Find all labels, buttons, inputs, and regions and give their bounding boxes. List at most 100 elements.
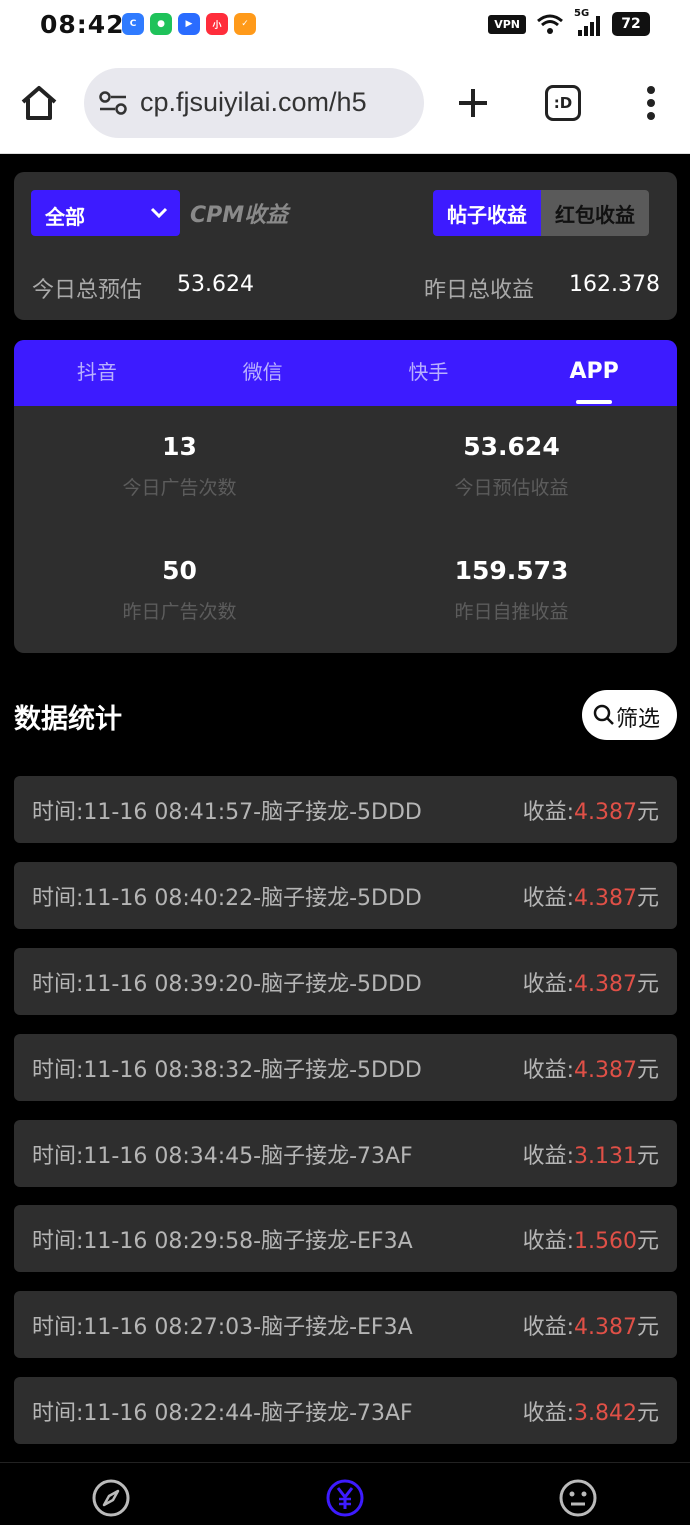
income-prefix: 收益: xyxy=(522,1058,574,1083)
list-item[interactable]: 时间:11-16 08:29:58-脑子接龙-EF3A 收益:1.560元 xyxy=(14,1205,677,1272)
taobao-app-icon: ✓ xyxy=(234,13,256,35)
record-description: 时间:11-16 08:38:32-脑子接龙-5DDD xyxy=(32,1058,422,1083)
status-indicators: VPN 5G 72 xyxy=(488,8,650,36)
stat-value: 53.624 xyxy=(463,432,560,461)
currency-unit: 元 xyxy=(636,1315,659,1340)
income-prefix: 收益: xyxy=(522,972,574,997)
stat-value: 50 xyxy=(162,556,197,585)
tab-label: 快手 xyxy=(408,360,449,384)
data-section-title: 数据统计 xyxy=(14,704,122,735)
currency-unit: 元 xyxy=(636,1058,659,1083)
record-description: 时间:11-16 08:27:03-脑子接龙-EF3A xyxy=(32,1315,413,1340)
currency-unit: 元 xyxy=(636,886,659,911)
wifi-icon xyxy=(537,14,563,34)
post-income-tab[interactable]: 帖子收益 xyxy=(433,190,541,236)
income-prefix: 收益: xyxy=(522,886,574,911)
xiaohongshu-app-icon: 小 xyxy=(206,13,228,35)
compass-icon[interactable] xyxy=(91,1478,131,1518)
status-app-icons: C ● ▶ 小 ✓ xyxy=(122,13,256,35)
tab-douyin[interactable]: 抖音 xyxy=(14,340,180,406)
platform-stats-panel: 抖音 微信 快手 APP 13 今日广告次数 53.624 今日预估收益 50 … xyxy=(14,340,677,653)
list-item[interactable]: 时间:11-16 08:34:45-脑子接龙-73AF 收益:3.131元 xyxy=(14,1120,677,1187)
status-time: 08:42 xyxy=(40,10,125,39)
list-item[interactable]: 时间:11-16 08:39:20-脑子接龙-5DDD 收益:4.387元 xyxy=(14,948,677,1015)
list-item[interactable]: 时间:11-16 08:40:22-脑子接龙-5DDD 收益:4.387元 xyxy=(14,862,677,929)
record-description: 时间:11-16 08:39:20-脑子接龙-5DDD xyxy=(32,972,422,997)
list-item[interactable]: 时间:11-16 08:27:03-脑子接龙-EF3A 收益:4.387元 xyxy=(14,1291,677,1358)
income-prefix: 收益: xyxy=(522,1401,574,1426)
vpn-badge: VPN xyxy=(488,14,526,34)
address-bar[interactable]: cp.fjsuiyilai.com/h5 xyxy=(84,68,424,138)
list-item[interactable]: 时间:11-16 08:38:32-脑子接龙-5DDD 收益:4.387元 xyxy=(14,1034,677,1101)
record-description: 时间:11-16 08:22:44-脑子接龙-73AF xyxy=(32,1401,413,1426)
tab-kuaishou[interactable]: 快手 xyxy=(346,340,512,406)
tab-switcher-button[interactable]: :D xyxy=(545,85,581,121)
record-description: 时间:11-16 08:40:22-脑子接龙-5DDD xyxy=(32,886,422,911)
income-amount: 3.842 xyxy=(574,1401,637,1426)
stat-label: 今日广告次数 xyxy=(122,477,237,499)
record-income: 收益:4.387元 xyxy=(523,1052,659,1084)
tab-wechat[interactable]: 微信 xyxy=(180,340,346,406)
record-description: 时间:11-16 08:29:58-脑子接龙-EF3A xyxy=(32,1229,413,1254)
record-description: 时间:11-16 08:34:45-脑子接龙-73AF xyxy=(32,1144,413,1169)
yesterday-income-label: 昨日总收益 xyxy=(424,278,535,303)
income-amount: 4.387 xyxy=(574,886,637,911)
income-prefix: 收益: xyxy=(522,800,574,825)
record-income: 收益:4.387元 xyxy=(523,1309,659,1341)
tab-label: 微信 xyxy=(242,360,283,384)
home-icon[interactable] xyxy=(18,82,60,124)
new-tab-icon[interactable] xyxy=(452,82,494,124)
stat-label: 今日预估收益 xyxy=(454,477,569,499)
stat-value: 13 xyxy=(162,432,197,461)
income-prefix: 收益: xyxy=(522,1229,574,1254)
record-income: 收益:3.131元 xyxy=(523,1138,659,1170)
stat-label: 昨日广告次数 xyxy=(122,601,237,623)
red-packet-income-tab[interactable]: 红包收益 xyxy=(541,190,649,236)
chevron-down-icon xyxy=(150,207,168,219)
today-estimate-value: 53.624 xyxy=(177,272,254,297)
cellular-signal-icon: 5G xyxy=(574,8,602,36)
record-income: 收益:4.387元 xyxy=(523,966,659,998)
bluebird-app-icon: ▶ xyxy=(178,13,200,35)
income-amount: 1.560 xyxy=(574,1229,637,1254)
bottom-nav xyxy=(0,1462,690,1525)
stat-yesterday-self-income: 159.573 昨日自推收益 xyxy=(346,556,677,624)
platform-select[interactable]: 全部 xyxy=(31,190,180,236)
smiley-icon[interactable] xyxy=(558,1478,598,1518)
income-prefix: 收益: xyxy=(522,1315,574,1340)
site-settings-icon[interactable] xyxy=(98,89,128,117)
currency-unit: 元 xyxy=(636,972,659,997)
stat-value: 159.573 xyxy=(454,556,569,585)
income-amount: 4.387 xyxy=(574,972,637,997)
currency-unit: 元 xyxy=(636,1144,659,1169)
browser-toolbar: cp.fjsuiyilai.com/h5 :D xyxy=(0,54,690,154)
stat-today-estimated-income: 53.624 今日预估收益 xyxy=(346,432,677,500)
income-prefix: 收益: xyxy=(522,1144,574,1169)
today-estimate-label: 今日总预估 xyxy=(32,278,143,303)
record-income: 收益:1.560元 xyxy=(523,1223,659,1255)
filter-button[interactable]: 筛选 xyxy=(582,690,677,740)
platform-tabs: 抖音 微信 快手 APP xyxy=(14,340,677,406)
status-bar: 08:42 C ● ▶ 小 ✓ VPN 5G 72 xyxy=(0,0,690,54)
cpm-label: CPM收益 xyxy=(190,203,289,228)
yen-icon[interactable] xyxy=(325,1478,365,1518)
income-amount: 4.387 xyxy=(574,1315,637,1340)
record-description: 时间:11-16 08:41:57-脑子接龙-5DDD xyxy=(32,800,422,825)
record-income: 收益:4.387元 xyxy=(523,880,659,912)
income-type-toggle: 帖子收益 红包收益 xyxy=(433,190,649,236)
list-item[interactable]: 时间:11-16 08:22:44-脑子接龙-73AF 收益:3.842元 xyxy=(14,1377,677,1444)
income-amount: 4.387 xyxy=(574,800,637,825)
list-item[interactable]: 时间:11-16 08:41:57-脑子接龙-5DDD 收益:4.387元 xyxy=(14,776,677,843)
filter-label: 筛选 xyxy=(616,707,661,732)
url-text: cp.fjsuiyilai.com/h5 xyxy=(140,87,367,117)
tab-label: 抖音 xyxy=(76,360,117,384)
income-amount: 3.131 xyxy=(574,1144,637,1169)
stat-today-ad-count: 13 今日广告次数 xyxy=(14,432,345,500)
stat-label: 昨日自推收益 xyxy=(454,601,569,623)
more-menu-icon[interactable] xyxy=(638,82,664,124)
active-tab-indicator xyxy=(576,400,613,404)
currency-unit: 元 xyxy=(636,800,659,825)
summary-card: 全部 CPM收益 帖子收益 红包收益 今日总预估 53.624 昨日总收益 16… xyxy=(14,172,677,320)
tab-app[interactable]: APP xyxy=(511,340,677,406)
record-income: 收益:4.387元 xyxy=(523,794,659,826)
